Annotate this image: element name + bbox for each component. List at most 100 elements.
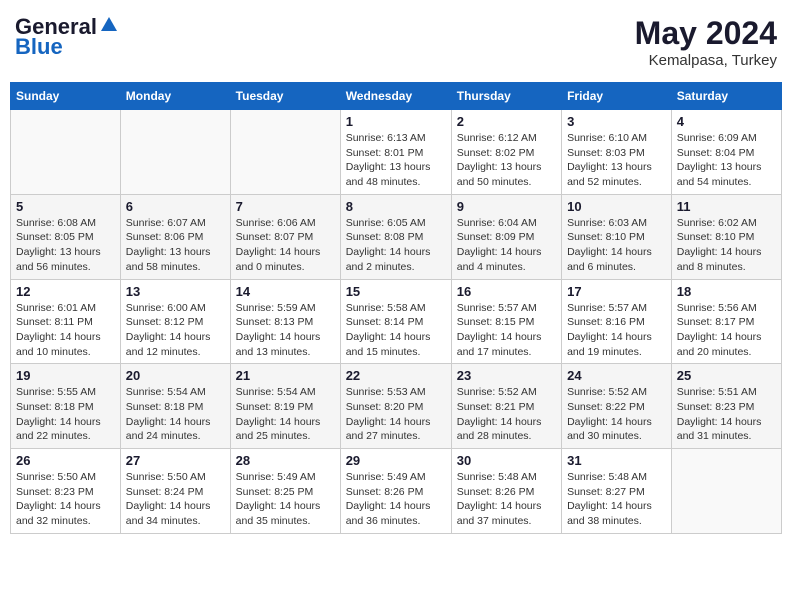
day-number: 26 bbox=[16, 453, 115, 468]
cell-w5-d6: 31 Sunrise: 5:48 AMSunset: 8:27 PMDayligh… bbox=[562, 449, 672, 534]
cell-w1-d5: 2 Sunrise: 6:12 AMSunset: 8:02 PMDaylight… bbox=[451, 110, 561, 195]
day-info: Sunrise: 5:50 AMSunset: 8:24 PMDaylight:… bbox=[126, 471, 211, 527]
day-number: 4 bbox=[677, 114, 776, 129]
cell-w1-d1 bbox=[11, 110, 121, 195]
cell-w3-d3: 14 Sunrise: 5:59 AMSunset: 8:13 PMDayligh… bbox=[230, 279, 340, 364]
day-number: 22 bbox=[346, 368, 446, 383]
cell-w3-d1: 12Sunrise: 6:01 AMSunset: 8:11 PMDayligh… bbox=[11, 279, 121, 364]
day-info: Sunrise: 5:56 AMSunset: 8:17 PMDaylight:… bbox=[677, 302, 762, 358]
cell-w2-d3: 7Sunrise: 6:06 AMSunset: 8:07 PMDaylight… bbox=[230, 194, 340, 279]
cell-w5-d7 bbox=[671, 449, 781, 534]
header-monday: Monday bbox=[120, 83, 230, 110]
cell-w2-d7: 11 Sunrise: 6:02 AMSunset: 8:10 PMDayligh… bbox=[671, 194, 781, 279]
cell-w3-d6: 17 Sunrise: 5:57 AMSunset: 8:16 PMDayligh… bbox=[562, 279, 672, 364]
day-info: Sunrise: 5:49 AMSunset: 8:26 PMDaylight:… bbox=[346, 471, 431, 527]
cell-w4-d6: 24Sunrise: 5:52 AMSunset: 8:22 PMDayligh… bbox=[562, 364, 672, 449]
cell-w5-d3: 28 Sunrise: 5:49 AMSunset: 8:25 PMDayligh… bbox=[230, 449, 340, 534]
day-info: Sunrise: 6:06 AMSunset: 8:07 PMDaylight:… bbox=[236, 217, 321, 273]
day-number: 9 bbox=[457, 199, 556, 214]
header-row: Sunday Monday Tuesday Wednesday Thursday… bbox=[11, 83, 782, 110]
week-row-5: 26 Sunrise: 5:50 AMSunset: 8:23 PMDayligh… bbox=[11, 449, 782, 534]
header-wednesday: Wednesday bbox=[340, 83, 451, 110]
header-tuesday: Tuesday bbox=[230, 83, 340, 110]
day-info: Sunrise: 6:13 AMSunset: 8:01 PMDaylight:… bbox=[346, 132, 431, 188]
cell-w4-d7: 25 Sunrise: 5:51 AMSunset: 8:23 PMDayligh… bbox=[671, 364, 781, 449]
logo: General Blue bbox=[15, 15, 119, 59]
day-info: Sunrise: 5:55 AMSunset: 8:18 PMDaylight:… bbox=[16, 386, 101, 442]
day-number: 1 bbox=[346, 114, 446, 129]
day-number: 11 bbox=[677, 199, 776, 214]
day-number: 27 bbox=[126, 453, 225, 468]
day-number: 3 bbox=[567, 114, 666, 129]
day-number: 14 bbox=[236, 284, 335, 299]
day-number: 21 bbox=[236, 368, 335, 383]
cell-w3-d4: 15Sunrise: 5:58 AMSunset: 8:14 PMDayligh… bbox=[340, 279, 451, 364]
week-row-2: 5Sunrise: 6:08 AMSunset: 8:05 PMDaylight… bbox=[11, 194, 782, 279]
day-number: 31 bbox=[567, 453, 666, 468]
day-number: 19 bbox=[16, 368, 115, 383]
day-info: Sunrise: 6:03 AMSunset: 8:10 PMDaylight:… bbox=[567, 217, 652, 273]
day-info: Sunrise: 5:50 AMSunset: 8:23 PMDaylight:… bbox=[16, 471, 101, 527]
calendar-table: Sunday Monday Tuesday Wednesday Thursday… bbox=[10, 82, 782, 534]
cell-w4-d3: 21 Sunrise: 5:54 AMSunset: 8:19 PMDayligh… bbox=[230, 364, 340, 449]
header-sunday: Sunday bbox=[11, 83, 121, 110]
cell-w1-d6: 3 Sunrise: 6:10 AMSunset: 8:03 PMDaylight… bbox=[562, 110, 672, 195]
day-info: Sunrise: 5:48 AMSunset: 8:27 PMDaylight:… bbox=[567, 471, 652, 527]
logo-text-blue: Blue bbox=[15, 35, 63, 59]
cell-w3-d5: 16Sunrise: 5:57 AMSunset: 8:15 PMDayligh… bbox=[451, 279, 561, 364]
day-number: 25 bbox=[677, 368, 776, 383]
header-friday: Friday bbox=[562, 83, 672, 110]
day-number: 28 bbox=[236, 453, 335, 468]
day-number: 23 bbox=[457, 368, 556, 383]
day-info: Sunrise: 6:10 AMSunset: 8:03 PMDaylight:… bbox=[567, 132, 652, 188]
day-number: 29 bbox=[346, 453, 446, 468]
page-header: General Blue May 2024 Kemalpasa, Turkey bbox=[10, 10, 782, 74]
cell-w2-d6: 10 Sunrise: 6:03 AMSunset: 8:10 PMDayligh… bbox=[562, 194, 672, 279]
week-row-1: 1 Sunrise: 6:13 AMSunset: 8:01 PMDaylight… bbox=[11, 110, 782, 195]
day-number: 30 bbox=[457, 453, 556, 468]
cell-w4-d1: 19 Sunrise: 5:55 AMSunset: 8:18 PMDayligh… bbox=[11, 364, 121, 449]
cell-w1-d3 bbox=[230, 110, 340, 195]
cell-w2-d5: 9Sunrise: 6:04 AMSunset: 8:09 PMDaylight… bbox=[451, 194, 561, 279]
cell-w5-d5: 30Sunrise: 5:48 AMSunset: 8:26 PMDayligh… bbox=[451, 449, 561, 534]
cell-w2-d1: 5Sunrise: 6:08 AMSunset: 8:05 PMDaylight… bbox=[11, 194, 121, 279]
cell-w4-d4: 22 Sunrise: 5:53 AMSunset: 8:20 PMDayligh… bbox=[340, 364, 451, 449]
header-thursday: Thursday bbox=[451, 83, 561, 110]
day-info: Sunrise: 6:07 AMSunset: 8:06 PMDaylight:… bbox=[126, 217, 211, 273]
day-number: 17 bbox=[567, 284, 666, 299]
cell-w1-d7: 4 Sunrise: 6:09 AMSunset: 8:04 PMDaylight… bbox=[671, 110, 781, 195]
calendar-title: May 2024 bbox=[635, 15, 777, 52]
day-info: Sunrise: 5:57 AMSunset: 8:15 PMDaylight:… bbox=[457, 302, 542, 358]
cell-w4-d2: 20Sunrise: 5:54 AMSunset: 8:18 PMDayligh… bbox=[120, 364, 230, 449]
week-row-4: 19 Sunrise: 5:55 AMSunset: 8:18 PMDayligh… bbox=[11, 364, 782, 449]
day-info: Sunrise: 5:49 AMSunset: 8:25 PMDaylight:… bbox=[236, 471, 321, 527]
cell-w1-d4: 1 Sunrise: 6:13 AMSunset: 8:01 PMDaylight… bbox=[340, 110, 451, 195]
day-info: Sunrise: 6:09 AMSunset: 8:04 PMDaylight:… bbox=[677, 132, 762, 188]
cell-w3-d7: 18 Sunrise: 5:56 AMSunset: 8:17 PMDayligh… bbox=[671, 279, 781, 364]
week-row-3: 12Sunrise: 6:01 AMSunset: 8:11 PMDayligh… bbox=[11, 279, 782, 364]
cell-w5-d1: 26 Sunrise: 5:50 AMSunset: 8:23 PMDayligh… bbox=[11, 449, 121, 534]
cell-w5-d4: 29 Sunrise: 5:49 AMSunset: 8:26 PMDayligh… bbox=[340, 449, 451, 534]
day-info: Sunrise: 5:59 AMSunset: 8:13 PMDaylight:… bbox=[236, 302, 321, 358]
cell-w1-d2 bbox=[120, 110, 230, 195]
day-info: Sunrise: 6:08 AMSunset: 8:05 PMDaylight:… bbox=[16, 217, 101, 273]
day-number: 6 bbox=[126, 199, 225, 214]
day-info: Sunrise: 6:12 AMSunset: 8:02 PMDaylight:… bbox=[457, 132, 542, 188]
day-number: 12 bbox=[16, 284, 115, 299]
calendar-location: Kemalpasa, Turkey bbox=[635, 52, 777, 69]
day-number: 10 bbox=[567, 199, 666, 214]
day-number: 15 bbox=[346, 284, 446, 299]
day-info: Sunrise: 6:02 AMSunset: 8:10 PMDaylight:… bbox=[677, 217, 762, 273]
day-number: 2 bbox=[457, 114, 556, 129]
day-info: Sunrise: 5:51 AMSunset: 8:23 PMDaylight:… bbox=[677, 386, 762, 442]
day-info: Sunrise: 5:53 AMSunset: 8:20 PMDaylight:… bbox=[346, 386, 431, 442]
logo-triangle-icon bbox=[99, 15, 119, 35]
title-block: May 2024 Kemalpasa, Turkey bbox=[635, 15, 777, 69]
day-info: Sunrise: 5:57 AMSunset: 8:16 PMDaylight:… bbox=[567, 302, 652, 358]
day-number: 13 bbox=[126, 284, 225, 299]
header-saturday: Saturday bbox=[671, 83, 781, 110]
day-info: Sunrise: 5:54 AMSunset: 8:19 PMDaylight:… bbox=[236, 386, 321, 442]
cell-w5-d2: 27 Sunrise: 5:50 AMSunset: 8:24 PMDayligh… bbox=[120, 449, 230, 534]
day-number: 18 bbox=[677, 284, 776, 299]
day-info: Sunrise: 5:52 AMSunset: 8:22 PMDaylight:… bbox=[567, 386, 652, 442]
